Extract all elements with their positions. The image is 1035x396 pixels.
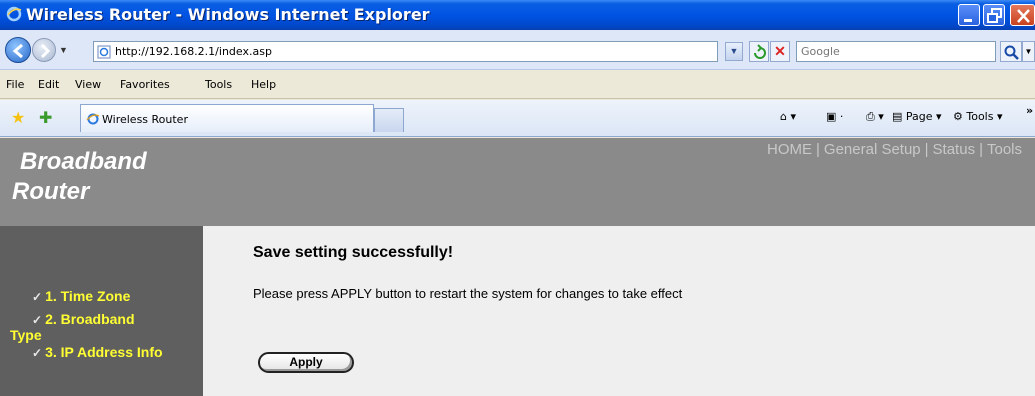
search-button[interactable] xyxy=(1000,41,1022,62)
stop-button[interactable]: ✕ xyxy=(770,41,790,62)
magnifier-icon xyxy=(1004,45,1019,60)
page-menu-label: Page xyxy=(905,110,933,123)
feeds-icon[interactable]: ▣ · xyxy=(826,110,843,123)
tab-wireless-router[interactable]: Wireless Router xyxy=(80,104,374,132)
tools-menu-label: Tools xyxy=(966,110,994,123)
address-toolbar: ▼ http://192.168.2.1/index.asp ▼ ✕ ▼ xyxy=(0,30,1035,70)
menu-help[interactable]: Help xyxy=(251,78,276,91)
step-time-zone[interactable]: ✓ 1. Time Zone xyxy=(32,288,130,304)
url-text: http://192.168.2.1/index.asp xyxy=(115,45,272,58)
step-label: 1. Time Zone xyxy=(45,288,131,304)
nav-separator: | xyxy=(816,141,820,158)
window-title: Wireless Router - Windows Internet Explo… xyxy=(26,5,430,24)
url-field[interactable]: http://192.168.2.1/index.asp xyxy=(93,41,718,62)
toolbar-overflow-button[interactable]: » xyxy=(1026,104,1033,117)
tab-label: Wireless Router xyxy=(102,113,188,126)
check-icon: ✓ xyxy=(32,313,43,327)
router-page: Broadband Router HOME | General Setup | Stat… xyxy=(0,138,1035,396)
stop-icon: ✕ xyxy=(774,43,786,59)
favorites-star-icon[interactable]: ★ xyxy=(11,108,25,128)
step-ip-address-info[interactable]: ✓ 3. IP Address Info xyxy=(32,344,163,360)
nav-separator: | xyxy=(979,141,983,158)
save-success-title: Save setting successfully! xyxy=(253,244,454,261)
page-menu[interactable]: ▤ Page ▾ xyxy=(892,110,942,123)
menu-view[interactable]: View xyxy=(75,78,101,91)
menu-tools[interactable]: Tools xyxy=(205,78,232,91)
menu-favorites[interactable]: Favorites xyxy=(120,78,170,91)
ie-page-icon xyxy=(86,113,100,125)
minimize-button[interactable] xyxy=(958,4,980,26)
setup-steps-sidebar: ✓ 1. Time Zone ✓ 2. Broadband Type ✓ 3. IP … xyxy=(0,226,203,396)
search-options-dropdown[interactable]: ▼ xyxy=(1022,41,1035,62)
window-titlebar: Wireless Router - Windows Internet Explo… xyxy=(0,0,1035,30)
close-icon xyxy=(1017,9,1030,23)
ie-logo-icon xyxy=(6,6,22,22)
close-button[interactable] xyxy=(1010,4,1035,26)
print-icon[interactable]: ⎙ ▾ xyxy=(866,110,884,124)
step-label: 3. IP Address Info xyxy=(45,344,163,360)
menu-bar: File Edit View Favorites Tools Help xyxy=(0,71,1035,99)
page-icon-small: ▤ xyxy=(892,110,906,123)
back-arrow-icon xyxy=(12,43,23,59)
url-dropdown-button[interactable]: ▼ xyxy=(725,42,743,61)
step-broadband-type-continuation[interactable]: Type xyxy=(10,327,42,343)
back-button[interactable] xyxy=(5,37,31,63)
brand-line1: Broadband xyxy=(20,148,147,175)
new-tab-button[interactable] xyxy=(374,108,404,132)
brand-line2: Router xyxy=(12,178,90,205)
page-icon xyxy=(97,45,111,59)
tools-menu[interactable]: ⚙ Tools ▾ xyxy=(953,110,1003,123)
step-broadband-type[interactable]: ✓ 2. Broadband xyxy=(32,311,135,327)
nav-general-setup[interactable]: General Setup xyxy=(824,141,921,158)
menu-edit[interactable]: Edit xyxy=(38,78,59,91)
search-input[interactable] xyxy=(797,42,995,61)
step-label: 2. Broadband xyxy=(45,311,135,327)
gear-icon: ⚙ xyxy=(953,110,967,123)
history-dropdown-icon[interactable]: ▼ xyxy=(59,45,68,55)
router-header: Broadband Router HOME | General Setup | Stat… xyxy=(0,138,1035,226)
nav-status[interactable]: Status xyxy=(933,141,976,158)
refresh-icon xyxy=(754,44,766,59)
check-icon: ✓ xyxy=(32,290,43,304)
nav-tools[interactable]: Tools xyxy=(987,141,1022,158)
top-nav: HOME | General Setup | Status | Tools xyxy=(767,141,1022,158)
check-icon: ✓ xyxy=(32,346,43,360)
refresh-button[interactable] xyxy=(749,41,769,62)
restore-icon xyxy=(987,8,1002,23)
search-field[interactable] xyxy=(796,41,996,62)
forward-arrow-icon xyxy=(40,43,51,59)
add-favorites-icon[interactable]: ✚ xyxy=(39,108,52,128)
forward-button[interactable] xyxy=(32,38,56,62)
minimize-icon xyxy=(964,19,972,22)
restart-instructions: Please press APPLY button to restart the… xyxy=(253,286,683,301)
home-icon[interactable]: ⌂ ▾ xyxy=(780,110,796,123)
nav-separator: | xyxy=(924,141,929,158)
apply-button[interactable]: Apply xyxy=(258,352,354,373)
restore-button[interactable] xyxy=(983,4,1005,26)
nav-home[interactable]: HOME xyxy=(767,141,812,158)
menu-file[interactable]: File xyxy=(6,78,24,91)
